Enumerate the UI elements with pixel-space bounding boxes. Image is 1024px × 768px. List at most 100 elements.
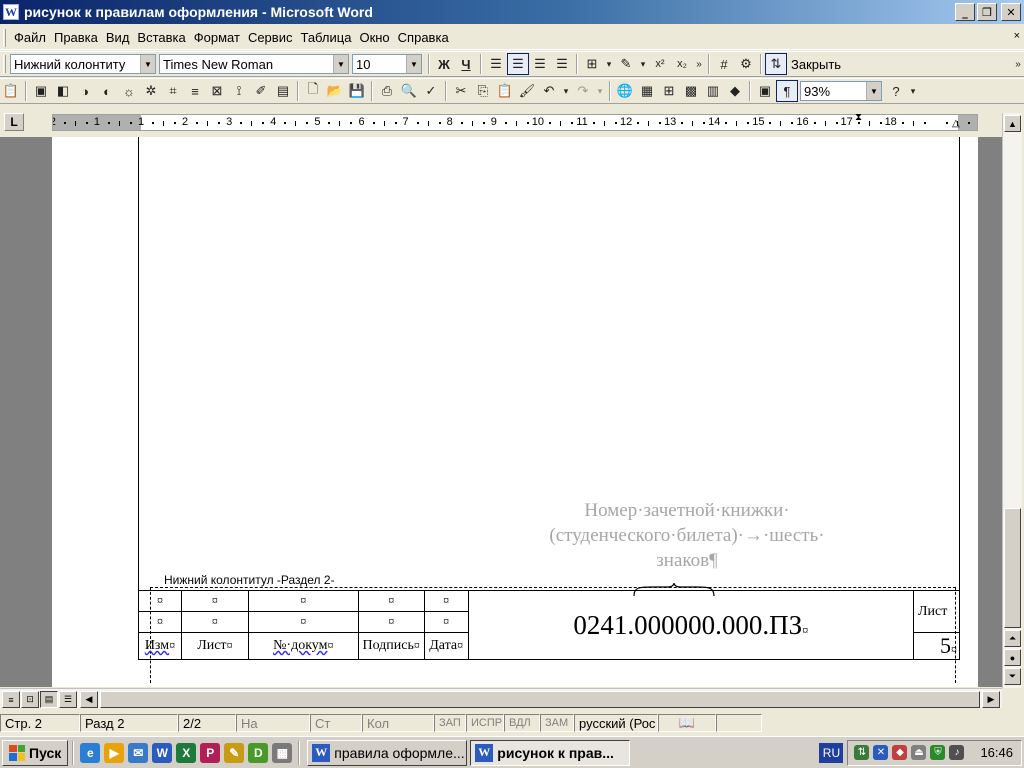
new-document-icon[interactable]: 🗋 xyxy=(302,80,324,102)
network-icon[interactable]: ⇅ xyxy=(854,745,870,760)
web-view-icon[interactable]: ⊡ xyxy=(21,691,39,708)
table-cell[interactable]: ¤ xyxy=(138,590,182,612)
header-cell-date[interactable]: Дата¤ xyxy=(423,632,469,660)
antivirus-icon[interactable]: ◆ xyxy=(892,745,908,760)
align-center-icon[interactable]: ☰ xyxy=(507,53,529,75)
chevron-down-icon[interactable]: ▾ xyxy=(637,53,649,75)
task-button-current-doc[interactable]: W рисунок к прав... xyxy=(470,739,631,766)
chevron-down-icon[interactable]: ▾ xyxy=(594,80,606,102)
columns-icon[interactable]: ▥ xyxy=(702,80,724,102)
menu-format[interactable]: Формат xyxy=(190,30,244,45)
font-dropdown[interactable]: Times New Roman ▼ xyxy=(159,54,349,74)
horizontal-ruler[interactable]: 21123456789101112131415161718 xyxy=(52,114,978,131)
status-rec[interactable]: ЗАП xyxy=(434,714,466,732)
brightness-down-icon[interactable]: ✲ xyxy=(140,80,162,102)
status-ext[interactable]: ВДЛ xyxy=(504,714,540,732)
word-icon[interactable]: W xyxy=(152,742,173,763)
contrast-up-icon[interactable]: ◑ xyxy=(74,80,96,102)
table-cell[interactable]: ¤ xyxy=(138,611,182,633)
spelling-status-icon[interactable]: 📖 xyxy=(658,714,716,732)
network-disconnected-icon[interactable]: ✕ xyxy=(873,745,889,760)
outlook-icon[interactable]: ✉ xyxy=(128,742,149,763)
status-ovr[interactable]: ЗАМ xyxy=(540,714,574,732)
table-cell[interactable]: ¤ xyxy=(423,611,469,633)
clock[interactable]: 16:46 xyxy=(980,745,1013,760)
menu-insert[interactable]: Вставка xyxy=(133,30,189,45)
cut-icon[interactable]: ✂ xyxy=(450,80,472,102)
print-layout-icon[interactable]: ▤ xyxy=(40,691,58,708)
contrast-down-icon[interactable]: ◐ xyxy=(96,80,118,102)
page-number-icon[interactable]: # xyxy=(713,53,735,75)
subscript-icon[interactable]: x₂ xyxy=(671,53,693,75)
internet-explorer-icon[interactable]: e xyxy=(80,742,101,763)
sheet-label-cell[interactable]: Лист xyxy=(913,590,960,633)
reset-picture-icon[interactable]: ▤ xyxy=(272,80,294,102)
header-cell-signature[interactable]: Подпись¤ xyxy=(357,632,425,660)
paste-icon[interactable]: 📋 xyxy=(0,80,22,102)
menu-window[interactable]: Окно xyxy=(355,30,393,45)
toolbar-overflow-icon[interactable]: » xyxy=(1012,53,1024,75)
chevron-down-icon[interactable]: ▾ xyxy=(560,80,572,102)
task-button-rules-doc[interactable]: W правила оформле... xyxy=(307,739,468,766)
open-folder-icon[interactable]: 📂 xyxy=(324,80,346,102)
drawing-icon[interactable]: ◆ xyxy=(724,80,746,102)
publisher-icon[interactable]: P xyxy=(200,742,221,763)
scroll-up-icon[interactable]: ▲ xyxy=(1004,115,1021,132)
close-document-icon[interactable]: × xyxy=(1014,30,1020,42)
language-indicator[interactable]: RU xyxy=(819,742,844,763)
menu-tools[interactable]: Сервис xyxy=(244,30,297,45)
justify-icon[interactable]: ☰ xyxy=(551,53,573,75)
header-cell-docnum[interactable]: №·докум¤ xyxy=(247,632,359,660)
table-cell[interactable]: ¤ xyxy=(357,611,425,633)
redo-icon[interactable]: ↷ xyxy=(572,80,594,102)
word-app-icon[interactable]: W xyxy=(3,4,19,20)
spelling-icon[interactable]: ✓ xyxy=(420,80,442,102)
designation-cell[interactable]: 0241.000000.000.ПЗ¤ xyxy=(467,590,915,660)
text-wrap-icon[interactable]: ⟟ xyxy=(228,80,250,102)
brightness-up-icon[interactable]: ☼ xyxy=(118,80,140,102)
color-icon[interactable]: ◧ xyxy=(52,80,74,102)
chevron-down-icon[interactable]: ▼ xyxy=(406,55,421,73)
crop-icon[interactable]: ⌗ xyxy=(162,80,184,102)
horizontal-scroll-thumb[interactable] xyxy=(100,691,980,708)
menu-grip[interactable] xyxy=(3,28,6,47)
chevron-down-icon[interactable]: ▼ xyxy=(140,55,155,73)
help-icon[interactable]: ? xyxy=(885,80,907,102)
header-cell-izm[interactable]: Изм¤ xyxy=(138,632,182,660)
table-cell[interactable]: ¤ xyxy=(180,611,249,633)
minimize-button[interactable]: _ xyxy=(955,3,975,21)
underline-button[interactable]: Ч xyxy=(455,53,477,75)
paint-icon[interactable]: ✎ xyxy=(224,742,245,763)
calculator-icon[interactable]: ▦ xyxy=(272,742,293,763)
print-icon[interactable]: ⎙ xyxy=(376,80,398,102)
toolbar-overflow-icon[interactable]: » xyxy=(693,53,705,75)
highlight-icon[interactable]: ✎ xyxy=(615,53,637,75)
close-window-button[interactable]: ✕ xyxy=(1001,3,1021,21)
undo-icon[interactable]: ↶ xyxy=(538,80,560,102)
superscript-icon[interactable]: x² xyxy=(649,53,671,75)
media-player-icon[interactable]: ▶ xyxy=(104,742,125,763)
table-cell[interactable]: ¤ xyxy=(247,590,359,612)
safely-remove-icon[interactable]: ⏏ xyxy=(911,745,927,760)
document-map-icon[interactable]: ▣ xyxy=(754,80,776,102)
toolbar-grip[interactable] xyxy=(3,55,6,73)
bold-button[interactable]: Ж xyxy=(433,53,455,75)
previous-page-icon[interactable]: ⏶ xyxy=(1004,630,1021,647)
first-line-indent-marker[interactable]: ⧗ xyxy=(855,112,862,123)
compress-icon[interactable]: ⊠ xyxy=(206,80,228,102)
table-cell[interactable]: ¤ xyxy=(357,590,425,612)
menu-table[interactable]: Таблица xyxy=(296,30,355,45)
align-right-icon[interactable]: ☰ xyxy=(529,53,551,75)
browse-object-icon[interactable]: ● xyxy=(1004,649,1021,666)
insert-excel-icon[interactable]: ▩ xyxy=(680,80,702,102)
title-block-table[interactable]: ¤ ¤ ¤ ¤ ¤ 0241.000000.000.ПЗ¤ Лист ¤ ¤ ¤… xyxy=(138,590,960,660)
borders-icon[interactable]: ⊞ xyxy=(581,53,603,75)
print-preview-icon[interactable]: 🔍 xyxy=(398,80,420,102)
scroll-right-icon[interactable]: ▶ xyxy=(982,691,1000,708)
vertical-scrollbar[interactable]: ▲ ⏶ ● ⏷ xyxy=(1002,113,1022,688)
format-painter-icon[interactable]: 🖌 xyxy=(516,80,538,102)
font-size-dropdown[interactable]: 10 ▼ xyxy=(352,54,422,74)
normal-view-icon[interactable]: ≡ xyxy=(2,691,20,708)
volume-icon[interactable]: ♪ xyxy=(949,745,965,760)
show-formatting-icon[interactable]: ¶ xyxy=(776,80,798,102)
